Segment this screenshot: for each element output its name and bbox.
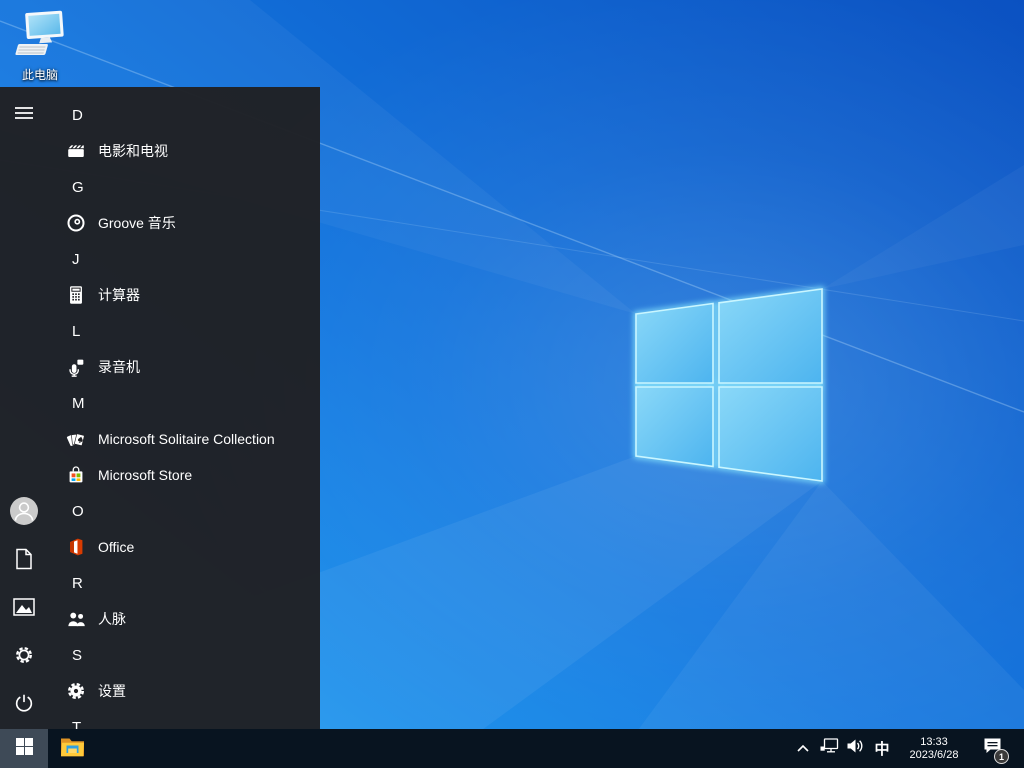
network-icon xyxy=(820,738,839,759)
letter-label: S xyxy=(72,647,82,664)
clock-time: 13:33 xyxy=(920,736,948,749)
app-label: 录音机 xyxy=(98,357,140,377)
this-pc-icon xyxy=(12,47,68,64)
app-movies-and-tv[interactable]: 电影和电视 xyxy=(48,133,320,169)
settings-icon xyxy=(64,679,88,703)
show-hidden-icons-button[interactable] xyxy=(790,729,816,768)
groove-music-icon xyxy=(64,211,88,235)
pictures-button[interactable] xyxy=(0,585,48,633)
letter-label: L xyxy=(72,323,80,340)
start-letter-l[interactable]: L xyxy=(48,313,320,349)
app-label: Microsoft Solitaire Collection xyxy=(98,431,275,447)
chevron-up-icon xyxy=(796,740,810,758)
file-explorer-button[interactable] xyxy=(48,729,96,768)
app-office[interactable]: Office xyxy=(48,529,320,565)
volume-button[interactable] xyxy=(842,729,868,768)
letter-label: R xyxy=(72,575,83,592)
user-account-icon xyxy=(9,496,39,531)
calculator-icon xyxy=(64,283,88,307)
taskbar-empty-area xyxy=(96,729,790,768)
ime-indicator[interactable]: 中 xyxy=(868,729,896,768)
store-icon xyxy=(64,463,88,487)
start-letter-m[interactable]: M xyxy=(48,385,320,421)
documents-button[interactable] xyxy=(0,537,48,585)
volume-icon xyxy=(846,738,864,759)
app-microsoft-store[interactable]: Microsoft Store xyxy=(48,457,320,493)
app-label: 计算器 xyxy=(98,285,140,305)
notification-badge: 1 xyxy=(994,749,1009,764)
app-settings[interactable]: 设置 xyxy=(48,673,320,709)
app-people[interactable]: 人脉 xyxy=(48,601,320,637)
app-label: 电影和电视 xyxy=(98,141,168,161)
user-account-button[interactable] xyxy=(0,489,48,537)
start-letter-j[interactable]: J xyxy=(48,241,320,277)
letter-label: J xyxy=(72,251,80,268)
hamburger-icon xyxy=(15,106,33,125)
start-menu: D 电影和电视 G xyxy=(0,87,320,729)
this-pc-label: 此电脑 xyxy=(8,66,72,83)
app-label: Groove 音乐 xyxy=(98,213,176,233)
pictures-icon xyxy=(13,598,35,621)
people-icon xyxy=(64,607,88,631)
start-letter-s[interactable]: S xyxy=(48,637,320,673)
settings-button[interactable] xyxy=(0,633,48,681)
documents-icon xyxy=(14,548,34,575)
solitaire-icon xyxy=(64,427,88,451)
letter-label: G xyxy=(72,179,84,196)
network-status-button[interactable] xyxy=(816,729,842,768)
app-calculator[interactable]: 计算器 xyxy=(48,277,320,313)
start-letter-d[interactable]: D xyxy=(48,97,320,133)
action-center-button[interactable]: 1 xyxy=(972,729,1012,768)
app-label: Microsoft Store xyxy=(98,467,192,483)
start-button[interactable] xyxy=(0,729,48,768)
clock-date: 2023/6/28 xyxy=(910,749,959,762)
start-letter-t[interactable]: T xyxy=(48,709,320,729)
start-menu-app-list: D 电影和电视 G xyxy=(48,87,320,729)
letter-label: T xyxy=(72,719,81,730)
desktop: 此电脑 xyxy=(0,0,1024,768)
office-icon xyxy=(64,535,88,559)
start-letter-o[interactable]: O xyxy=(48,493,320,529)
app-microsoft-solitaire-collection[interactable]: Microsoft Solitaire Collection xyxy=(48,421,320,457)
app-label: Office xyxy=(98,539,134,555)
power-icon xyxy=(13,692,35,719)
movies-tv-icon xyxy=(64,139,88,163)
folder-icon xyxy=(60,736,85,762)
app-voice-recorder[interactable]: 录音机 xyxy=(48,349,320,385)
start-letter-g[interactable]: G xyxy=(48,169,320,205)
voice-recorder-icon xyxy=(64,355,88,379)
app-groove-music[interactable]: Groove 音乐 xyxy=(48,205,320,241)
settings-icon xyxy=(13,644,35,671)
start-letter-r[interactable]: R xyxy=(48,565,320,601)
start-menu-rail xyxy=(0,87,48,729)
taskbar: 中 13:33 2023/6/28 1 xyxy=(0,729,1024,768)
letter-label: O xyxy=(72,503,84,520)
system-tray: 中 13:33 2023/6/28 1 xyxy=(790,729,1024,768)
letter-label: D xyxy=(72,107,83,124)
app-label: 设置 xyxy=(98,681,126,701)
app-label: 人脉 xyxy=(98,609,126,629)
desktop-icon-this-pc[interactable]: 此电脑 xyxy=(8,10,72,83)
power-button[interactable] xyxy=(0,681,48,729)
windows-logo-icon xyxy=(16,738,33,760)
expand-menu-button[interactable] xyxy=(0,91,48,139)
taskbar-clock[interactable]: 13:33 2023/6/28 xyxy=(896,729,972,768)
letter-label: M xyxy=(72,395,85,412)
